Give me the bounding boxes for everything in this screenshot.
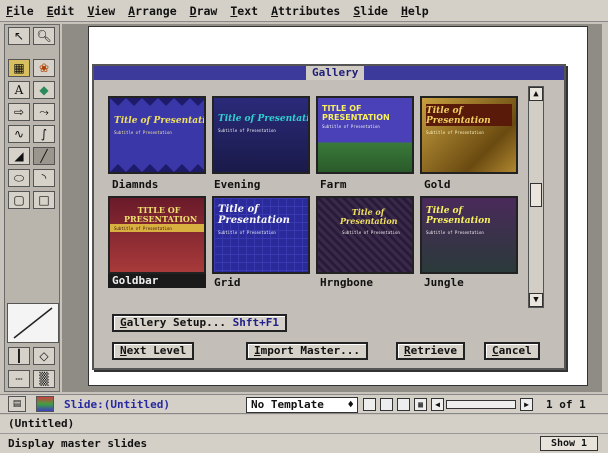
curve-tool-icon[interactable]: ⤳ [33,103,55,121]
ellipse-tool-icon[interactable]: ⬭ [8,169,30,187]
menu-slide[interactable]: Slide [353,4,388,18]
gallery-thumb-diamnds[interactable]: Title of Presentation Subtitle of Presen… [108,96,206,174]
menu-arrange[interactable]: Arrange [128,4,176,18]
gem-tool-icon[interactable]: ◆ [33,81,55,99]
import-master-button[interactable]: Import Master... [246,342,368,360]
gallery-thumb-goldbar[interactable]: TITLE OF PRESENTATION Subtitle of Presen… [108,196,206,274]
menu-bar: File Edit View Arrange Draw Text Attribu… [0,0,608,22]
symbol-tool-icon[interactable]: ❀ [33,59,55,77]
gallery-label-diamnds[interactable]: Diamnds [112,178,158,191]
spline-tool-icon[interactable]: ∫ [33,125,55,143]
menu-draw[interactable]: Draw [190,4,218,18]
gallery-thumb-grid[interactable]: Title of Presentation Subtitle of Presen… [212,196,310,274]
show-button[interactable]: Show 1 [540,436,598,451]
gallery-thumb-farm[interactable]: TITLE OF PRESENTATION Subtitle of Presen… [316,96,414,174]
fill-bucket-icon[interactable]: ◇ [33,347,55,365]
gallery-thumb-hrngbone[interactable]: Title of Presentation Subtitle of Presen… [316,196,414,274]
zoom-tool-icon[interactable]: 🔍︎ [33,27,55,45]
menu-help[interactable]: Help [401,4,429,18]
cancel-button[interactable]: Cancel [484,342,540,360]
rectangle-tool-icon[interactable]: □ [33,191,55,209]
text-tool-icon[interactable]: A [8,81,30,99]
toolbox: ↖ 🔍︎ ▦ ❀ A ◆ ⇨ ⤳ ∿ ∫ ◢ ╱ ⬭ ◝ ▢ □ ┃ ◇ ┄ ▒ [4,24,60,392]
outline-view-icon[interactable] [380,398,393,411]
menu-file[interactable]: File [6,4,34,18]
document-title-line: (Untitled) [0,415,608,433]
gallery-label-evening[interactable]: Evening [214,178,260,191]
gallery-setup-button[interactable]: Gallery Setup... Shft+F1 [112,314,287,332]
menu-text[interactable]: Text [230,4,258,18]
pattern-tool-icon[interactable]: ▒ [33,370,55,388]
color-fill-icon[interactable] [36,396,54,412]
diamonds-pattern-icon [110,98,204,172]
menu-attributes[interactable]: Attributes [271,4,340,18]
slide-position-slider[interactable] [446,400,516,409]
gallery-label-farm[interactable]: Farm [320,178,347,191]
slide-view-icon[interactable] [363,398,376,411]
next-level-button[interactable]: Next Level [112,342,195,360]
page-count: 1 of 1 [546,398,586,411]
gallery-title-bar: Gallery [94,66,564,80]
retrieve-button[interactable]: Retrieve [396,342,465,360]
template-dropdown-icon: ♦ [347,398,354,411]
gallery-label-hrngbone[interactable]: Hrngbone [320,276,373,289]
color-palette-icon[interactable]: ▤ [8,396,26,412]
gallery-thumb-gold[interactable]: Title of Presentation Subtitle of Presen… [420,96,518,174]
gallery-label-gold[interactable]: Gold [424,178,451,191]
slide-name-label: Slide:(Untitled) [64,398,170,411]
notes-view-icon[interactable] [397,398,410,411]
menu-view[interactable]: View [87,4,115,18]
gallery-thumb-evening[interactable]: Title of Presentation Subtitle of Presen… [212,96,310,174]
rounded-rect-tool-icon[interactable]: ▢ [8,191,30,209]
line-style-tool-icon[interactable]: ┄ [8,370,30,388]
gallery-label-grid[interactable]: Grid [214,276,241,289]
gallery-label-goldbar[interactable]: Goldbar [108,274,206,288]
sorter-view-icon[interactable]: ▦ [414,398,427,411]
polygon-tool-icon[interactable]: ◢ [8,147,30,165]
arc-tool-icon[interactable]: ◝ [33,169,55,187]
pointer-tool-icon[interactable]: ↖ [8,27,30,45]
gallery-title: Gallery [306,66,365,80]
freehand-tool-icon[interactable]: ∿ [8,125,30,143]
line-style-preview[interactable] [7,303,59,343]
gallery-scrollbar[interactable]: ▲ ▼ [528,86,544,308]
chart-tool-icon[interactable]: ▦ [8,59,30,77]
line-tool-icon[interactable]: ╱ [33,147,55,165]
template-select[interactable]: No Template ♦ [246,397,358,413]
gallery-dialog: Gallery Title of Presentation Subtitle o… [92,64,566,370]
next-slide-icon[interactable]: ▶ [520,398,533,411]
status-bar: ▤ Slide:(Untitled) No Template ♦ ▦ ◀ ▶ 1 … [0,394,608,414]
help-message: Display master slides [0,433,608,453]
scroll-up-arrow-icon[interactable]: ▲ [529,87,543,101]
scroll-down-arrow-icon[interactable]: ▼ [529,293,543,307]
gallery-label-jungle[interactable]: Jungle [424,276,464,289]
line-preview-icon [13,307,53,339]
scroll-thumb[interactable] [530,183,542,207]
line-width-tool-icon[interactable]: ┃ [8,347,30,365]
prev-slide-icon[interactable]: ◀ [431,398,444,411]
menu-edit[interactable]: Edit [47,4,75,18]
arrow-tool-icon[interactable]: ⇨ [8,103,30,121]
gallery-thumb-jungle[interactable]: Title of Presentation Subtitle of Presen… [420,196,518,274]
